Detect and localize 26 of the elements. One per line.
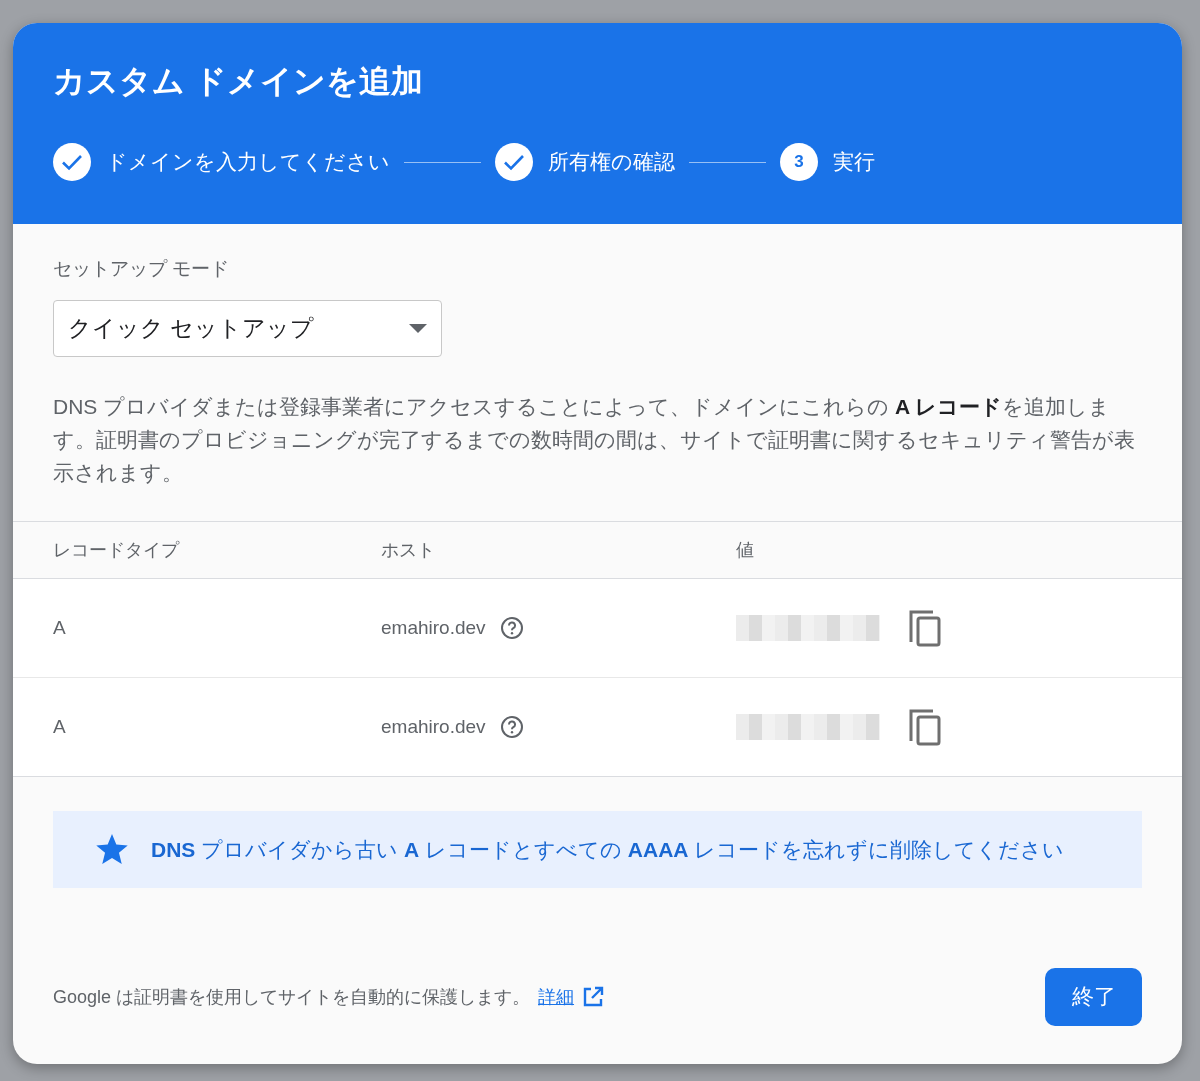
description-text: DNS プロバイダまたは登録事業者にアクセスすることによって、ドメインにこれらの A レコードを追加します。証明書のプロビジョニングが完了するまでの数時間の間は、サイトで証明書に関するセキュリティ警告が表示されます。: [53, 394, 1136, 486]
column-header: レコードタイプ: [53, 539, 181, 562]
column-header: ホスト: [381, 539, 436, 562]
table-cell: emahiro.dev: [381, 716, 486, 738]
dialog-title: カスタム ドメインを追加: [53, 62, 424, 101]
field-label: セットアップ モード: [53, 257, 231, 281]
step-number: 3: [780, 143, 818, 181]
table-cell: emahiro.dev: [381, 617, 486, 639]
notice-text: DNS プロバイダから古い A レコードとすべての AAAA レコードを忘れずに削除してください: [151, 836, 1065, 863]
table-cell-text: A: [53, 716, 67, 738]
setup-mode-dropdown[interactable]: クイック セットアップ: [53, 300, 442, 357]
footer-text: Google は証明書を使用してサイトを自動的に保護します。: [53, 986, 531, 1009]
column-header: 値: [736, 539, 755, 562]
copy-icon[interactable]: [908, 609, 942, 647]
finish-button[interactable]: 終了: [1045, 968, 1142, 1026]
step-label: 所有権の確認: [548, 149, 675, 175]
copy-icon[interactable]: [908, 708, 942, 746]
table-cell-text: A: [53, 617, 67, 639]
step-label: ドメインを入力してください: [106, 149, 390, 175]
step-label: 実行: [833, 149, 875, 175]
external-link-icon[interactable]: [582, 986, 605, 1008]
help-icon[interactable]: [499, 616, 524, 640]
help-icon[interactable]: [499, 715, 524, 739]
details-link[interactable]: 詳細: [538, 985, 575, 1009]
star-icon: [95, 833, 129, 866]
dropdown-arrow-icon: [409, 324, 427, 333]
